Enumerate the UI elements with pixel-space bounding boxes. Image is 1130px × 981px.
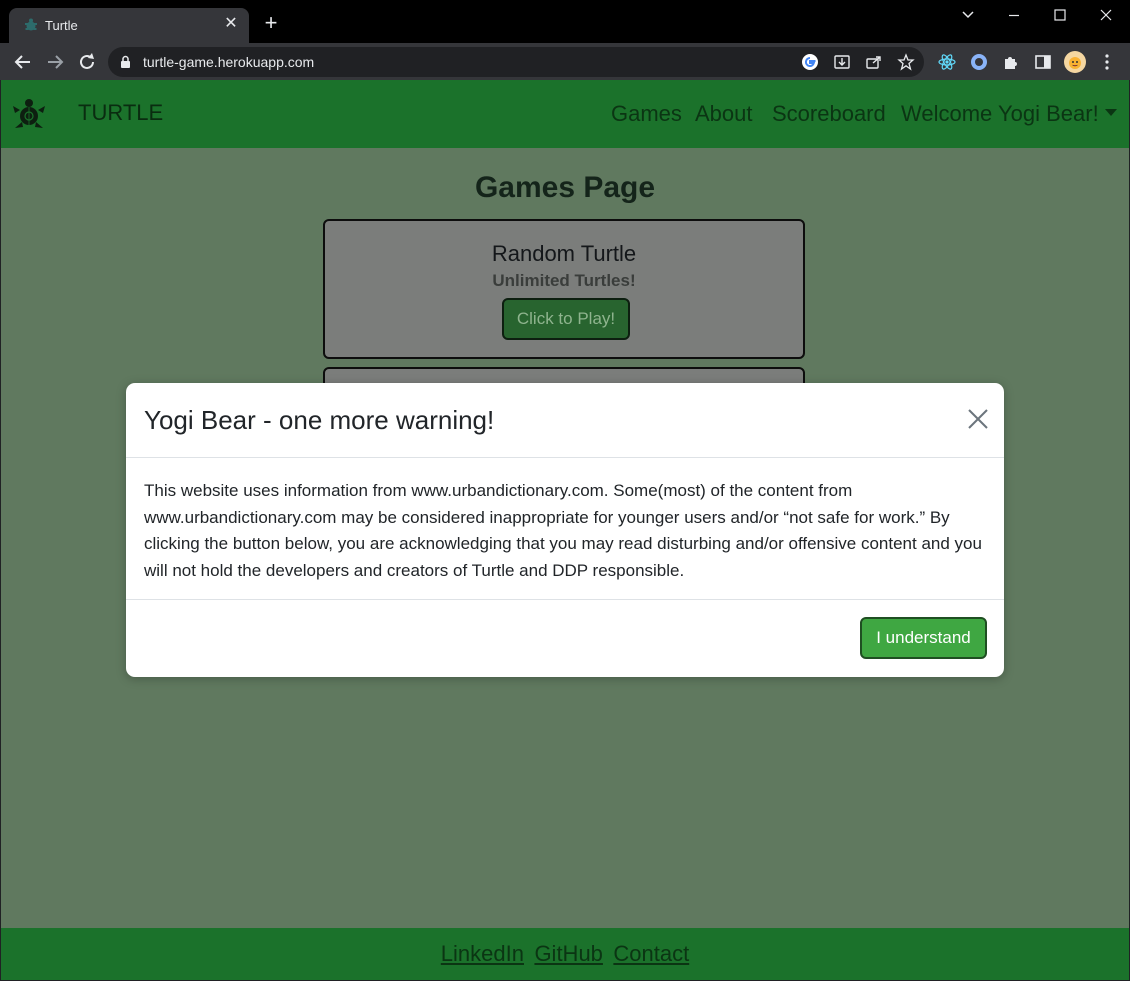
share-icon[interactable] (865, 53, 883, 71)
forward-arrow-icon[interactable] (43, 50, 67, 74)
browser-window: Turtle ✕ + turtle-game.herokuapp.com TUR… (0, 0, 1130, 981)
close-window-icon[interactable] (1083, 0, 1129, 32)
extensions-puzzle-icon[interactable] (1001, 52, 1021, 72)
turtle-favicon-icon (25, 18, 37, 31)
tab-title: Turtle (45, 18, 78, 33)
nav-about-link[interactable]: About (695, 101, 753, 127)
footer-contact-link[interactable]: Contact (613, 928, 689, 980)
url-text: turtle-game.herokuapp.com (143, 54, 315, 70)
address-bar[interactable]: turtle-game.herokuapp.com (108, 47, 924, 77)
modal-footer: I understand (126, 599, 1004, 678)
warning-modal: Yogi Bear - one more warning! This websi… (126, 383, 1004, 677)
browser-menu-icon[interactable] (1097, 52, 1117, 72)
bookmark-star-icon[interactable] (897, 53, 915, 71)
google-icon[interactable] (801, 53, 819, 71)
page-title: Games Page (474, 171, 656, 204)
game-card-subtitle: Unlimited Turtles! (492, 271, 636, 290)
turtle-logo-icon[interactable] (11, 96, 47, 132)
game-card-title: Random Turtle (491, 241, 637, 266)
new-tab-icon[interactable]: + (260, 12, 282, 34)
react-devtools-icon[interactable] (937, 52, 957, 72)
site-footer: LinkedIn GitHub Contact (1, 928, 1129, 980)
reload-icon[interactable] (75, 50, 99, 74)
footer-linkedin-link[interactable]: LinkedIn (441, 928, 524, 980)
side-panel-icon[interactable] (1033, 52, 1053, 72)
site-navbar: TURTLE Games About Scoreboard Welcome Yo… (1, 80, 1129, 148)
play-button[interactable]: Click to Play! (502, 298, 630, 340)
back-arrow-icon[interactable] (11, 50, 35, 74)
nav-scoreboard-link[interactable]: Scoreboard (772, 101, 886, 127)
close-tab-icon[interactable]: ✕ (221, 14, 241, 34)
caret-down-icon (1104, 108, 1117, 116)
user-menu-label: Welcome Yogi Bear! (901, 101, 1099, 126)
install-app-icon[interactable] (833, 53, 851, 71)
maximize-icon[interactable] (1037, 0, 1083, 32)
minimize-icon[interactable] (991, 0, 1037, 32)
browser-toolbar: turtle-game.herokuapp.com (0, 43, 1130, 80)
browser-tab[interactable]: Turtle ✕ (9, 8, 249, 43)
profile-avatar-icon[interactable] (1064, 51, 1086, 73)
extension-icon[interactable] (969, 52, 989, 72)
i-understand-button[interactable]: I understand (860, 617, 987, 659)
game-card: Random Turtle Unlimited Turtles! Click t… (323, 219, 805, 359)
tab-search-icon[interactable] (945, 0, 991, 32)
modal-title: Yogi Bear - one more warning! (144, 405, 495, 435)
tab-strip: Turtle ✕ + (0, 0, 1130, 43)
nav-games-link[interactable]: Games (611, 101, 682, 127)
modal-body-text: This website uses information from www.u… (144, 481, 982, 580)
brand-name[interactable]: TURTLE (78, 100, 163, 126)
close-icon[interactable] (966, 407, 990, 431)
lock-icon (121, 55, 130, 68)
modal-header: Yogi Bear - one more warning! (126, 383, 1004, 458)
user-menu-dropdown[interactable]: Welcome Yogi Bear! (901, 101, 1117, 127)
footer-github-link[interactable]: GitHub (534, 928, 602, 980)
